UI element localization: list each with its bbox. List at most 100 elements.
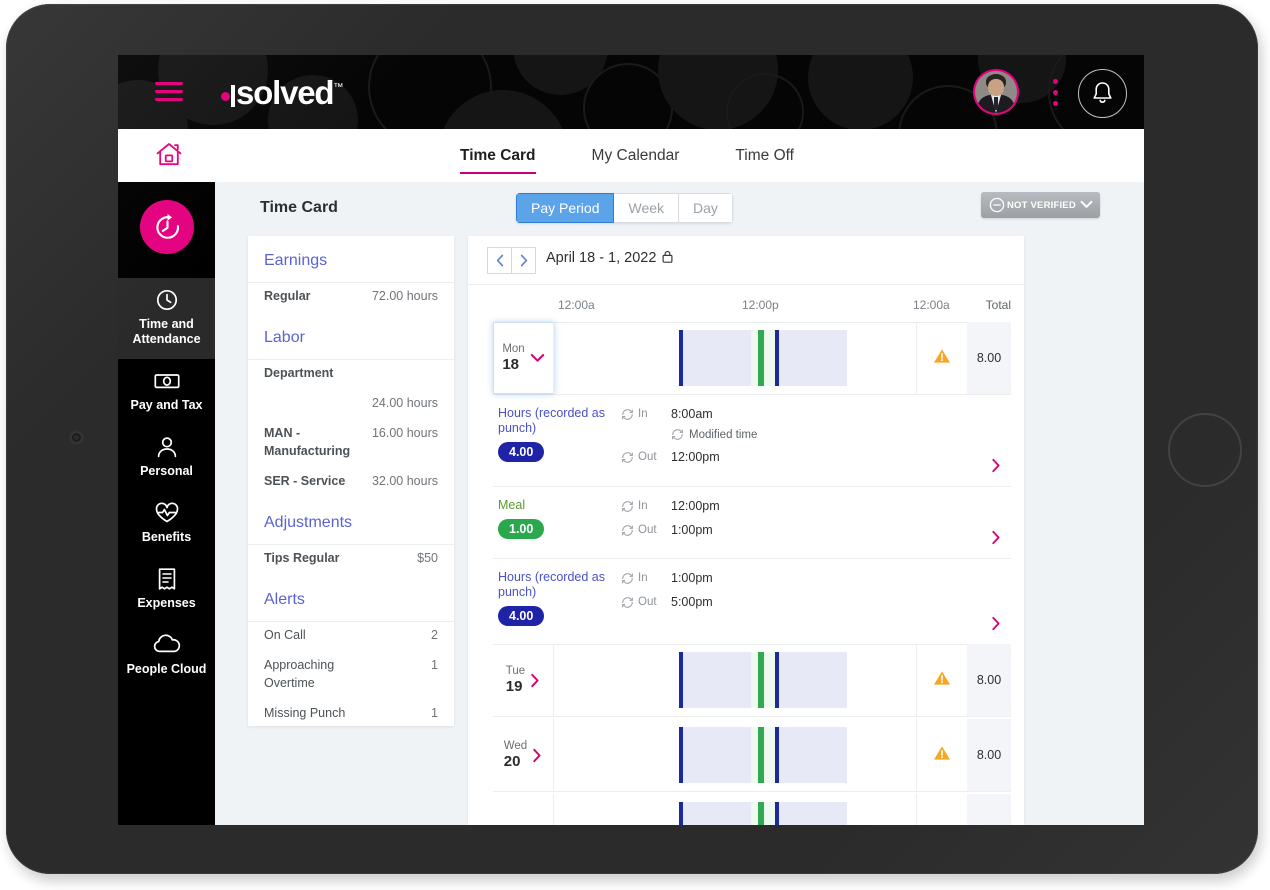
punch-label: Meal 1.00 — [498, 498, 611, 539]
punch-modified-text: Modified time — [689, 428, 758, 441]
notifications-bell-icon[interactable] — [1078, 69, 1127, 118]
punch-out-time: 1:00pm — [671, 523, 713, 537]
chevron-right-icon[interactable] — [991, 616, 1001, 636]
timecard-panel: April 18 - 1, 2022 ADD RECORD — [468, 236, 1024, 825]
sidebar: Time and Attendance Pay and Tax Personal… — [118, 182, 215, 825]
timeline-tick: 12:00p — [742, 298, 779, 312]
punch-row[interactable]: Hours (recorded as punch) 4.00 In 1:00pm — [493, 558, 1011, 645]
main-content: Time Card Pay Period Week Day NOT VERIFI… — [215, 182, 1144, 825]
chevron-right-icon[interactable] — [991, 530, 1001, 550]
summary-row-key: SER - Service — [264, 474, 346, 488]
meal-marker — [758, 652, 764, 708]
lock-icon — [662, 250, 673, 267]
total-column-header: Total — [985, 298, 1011, 312]
tab-time-off[interactable]: Time Off — [735, 129, 794, 182]
sidebar-item-personal[interactable]: Personal — [118, 425, 215, 491]
table-row: Wed 20 8.00 — [493, 719, 1011, 792]
day-timeline — [554, 322, 917, 394]
punch-out-line: Out 5:00pm — [621, 594, 713, 610]
punch-in-time: 12:00pm — [671, 499, 720, 513]
sync-icon — [671, 428, 684, 441]
prev-period-button[interactable] — [487, 247, 511, 274]
chevron-right-icon[interactable] — [991, 458, 1001, 478]
logo-bar-icon — [231, 85, 235, 107]
day-timeline — [554, 794, 917, 825]
view-option-pay-period[interactable]: Pay Period — [516, 193, 615, 223]
sidebar-item-pay-and-tax[interactable]: Pay and Tax — [118, 359, 215, 425]
time-clock-logo-icon[interactable] — [140, 200, 194, 254]
punch-marker-out — [775, 802, 779, 825]
summary-row-key: Regular — [264, 289, 311, 303]
warning-triangle-icon[interactable] — [933, 745, 951, 766]
sidebar-item-time-and-attendance[interactable]: Time and Attendance — [118, 278, 215, 359]
summary-row: SER - Service 32.00 hours — [248, 468, 454, 498]
timeline-block-work — [777, 727, 847, 783]
punch-modified-note: Modified time — [671, 428, 757, 441]
status-badge[interactable]: NOT VERIFIED — [981, 192, 1100, 218]
avatar[interactable] — [975, 71, 1017, 113]
hamburger-menu-icon[interactable] — [155, 82, 183, 102]
sidebar-item-benefits[interactable]: Benefits — [118, 491, 215, 557]
logo-dot-icon — [221, 92, 230, 101]
view-option-day[interactable]: Day — [679, 193, 733, 223]
next-period-button[interactable] — [511, 247, 536, 274]
sidebar-item-label: People Cloud — [126, 662, 207, 676]
status-badge-label: NOT VERIFIED — [1007, 199, 1076, 211]
sidebar-item-label: Personal — [140, 464, 193, 478]
clock-icon — [122, 288, 211, 312]
day-cell-text: Wed 20 — [504, 740, 527, 770]
summary-row-key: Tips Regular — [264, 551, 340, 565]
sync-icon — [621, 572, 634, 585]
table-row-partial — [493, 794, 1011, 825]
app-screen: solved™ Time Card My Calendar Time Off T… — [118, 55, 1144, 825]
punch-in-tag: In — [621, 500, 671, 513]
punch-times: In 12:00pm Out 1:00pm — [621, 498, 720, 546]
warning-triangle-icon[interactable] — [933, 670, 951, 691]
summary-row: MAN - Manufacturing 16.00 hours — [248, 420, 454, 468]
money-icon — [122, 369, 211, 393]
punch-out-label: Out — [638, 596, 657, 608]
tab-my-calendar[interactable]: My Calendar — [592, 129, 680, 182]
day-cell-wed-20[interactable]: Wed 20 — [493, 719, 554, 791]
day-cell-partial[interactable] — [493, 794, 554, 825]
sidebar-item-label: Time and Attendance — [132, 317, 201, 346]
sync-icon — [621, 524, 634, 537]
sidebar-item-people-cloud[interactable]: People Cloud — [118, 623, 215, 689]
period-label-wrap: April 18 - 1, 2022 — [546, 250, 673, 267]
day-cell-mon-18[interactable]: Mon 18 — [493, 322, 554, 394]
sidebar-item-expenses[interactable]: Expenses — [118, 557, 215, 623]
summary-row-value: 24.00 hours — [371, 396, 438, 410]
punch-title: Hours (recorded as punch) — [498, 570, 605, 599]
timeline-block-work — [681, 727, 751, 783]
day-cell-tue-19[interactable]: Tue 19 — [493, 644, 554, 716]
more-options-icon[interactable] — [1053, 79, 1058, 106]
punch-row[interactable]: Meal 1.00 In 12:00pm Out 1:00pm — [493, 486, 1011, 559]
timeline-block-work — [681, 802, 751, 825]
punch-marker-out — [775, 330, 779, 386]
day-timeline — [554, 719, 917, 791]
punch-row[interactable]: Hours (recorded as punch) 4.00 In 8:00am — [493, 394, 1011, 487]
day-cell-num: 18 — [502, 355, 519, 373]
view-option-week[interactable]: Week — [614, 193, 680, 223]
logo-trademark: ™ — [333, 82, 343, 93]
timeline-block-work — [777, 330, 847, 386]
summary-row-key: Missing Punch — [264, 706, 346, 720]
tab-time-card[interactable]: Time Card — [460, 129, 536, 182]
timeline-block-meal-bg — [751, 727, 777, 783]
day-cell-dow: Wed — [503, 739, 528, 752]
summary-heading-earnings: Earnings — [264, 252, 328, 269]
day-total: 8.00 — [967, 322, 1011, 394]
summary-row-value: 1 — [431, 706, 438, 720]
summary-row-value: 2 — [431, 628, 438, 642]
home-icon[interactable] — [155, 141, 183, 173]
sync-icon — [621, 451, 634, 464]
sync-icon — [621, 596, 634, 609]
summary-row: Department — [248, 360, 454, 390]
punch-marker-out — [775, 652, 779, 708]
alert-cell — [916, 719, 967, 791]
timeline-block-work — [681, 652, 751, 708]
punch-marker-in — [679, 727, 683, 783]
summary-heading-alerts: Alerts — [264, 591, 305, 608]
warning-triangle-icon[interactable] — [933, 348, 951, 369]
summary-row-key: MAN - Manufacturing — [264, 426, 351, 458]
